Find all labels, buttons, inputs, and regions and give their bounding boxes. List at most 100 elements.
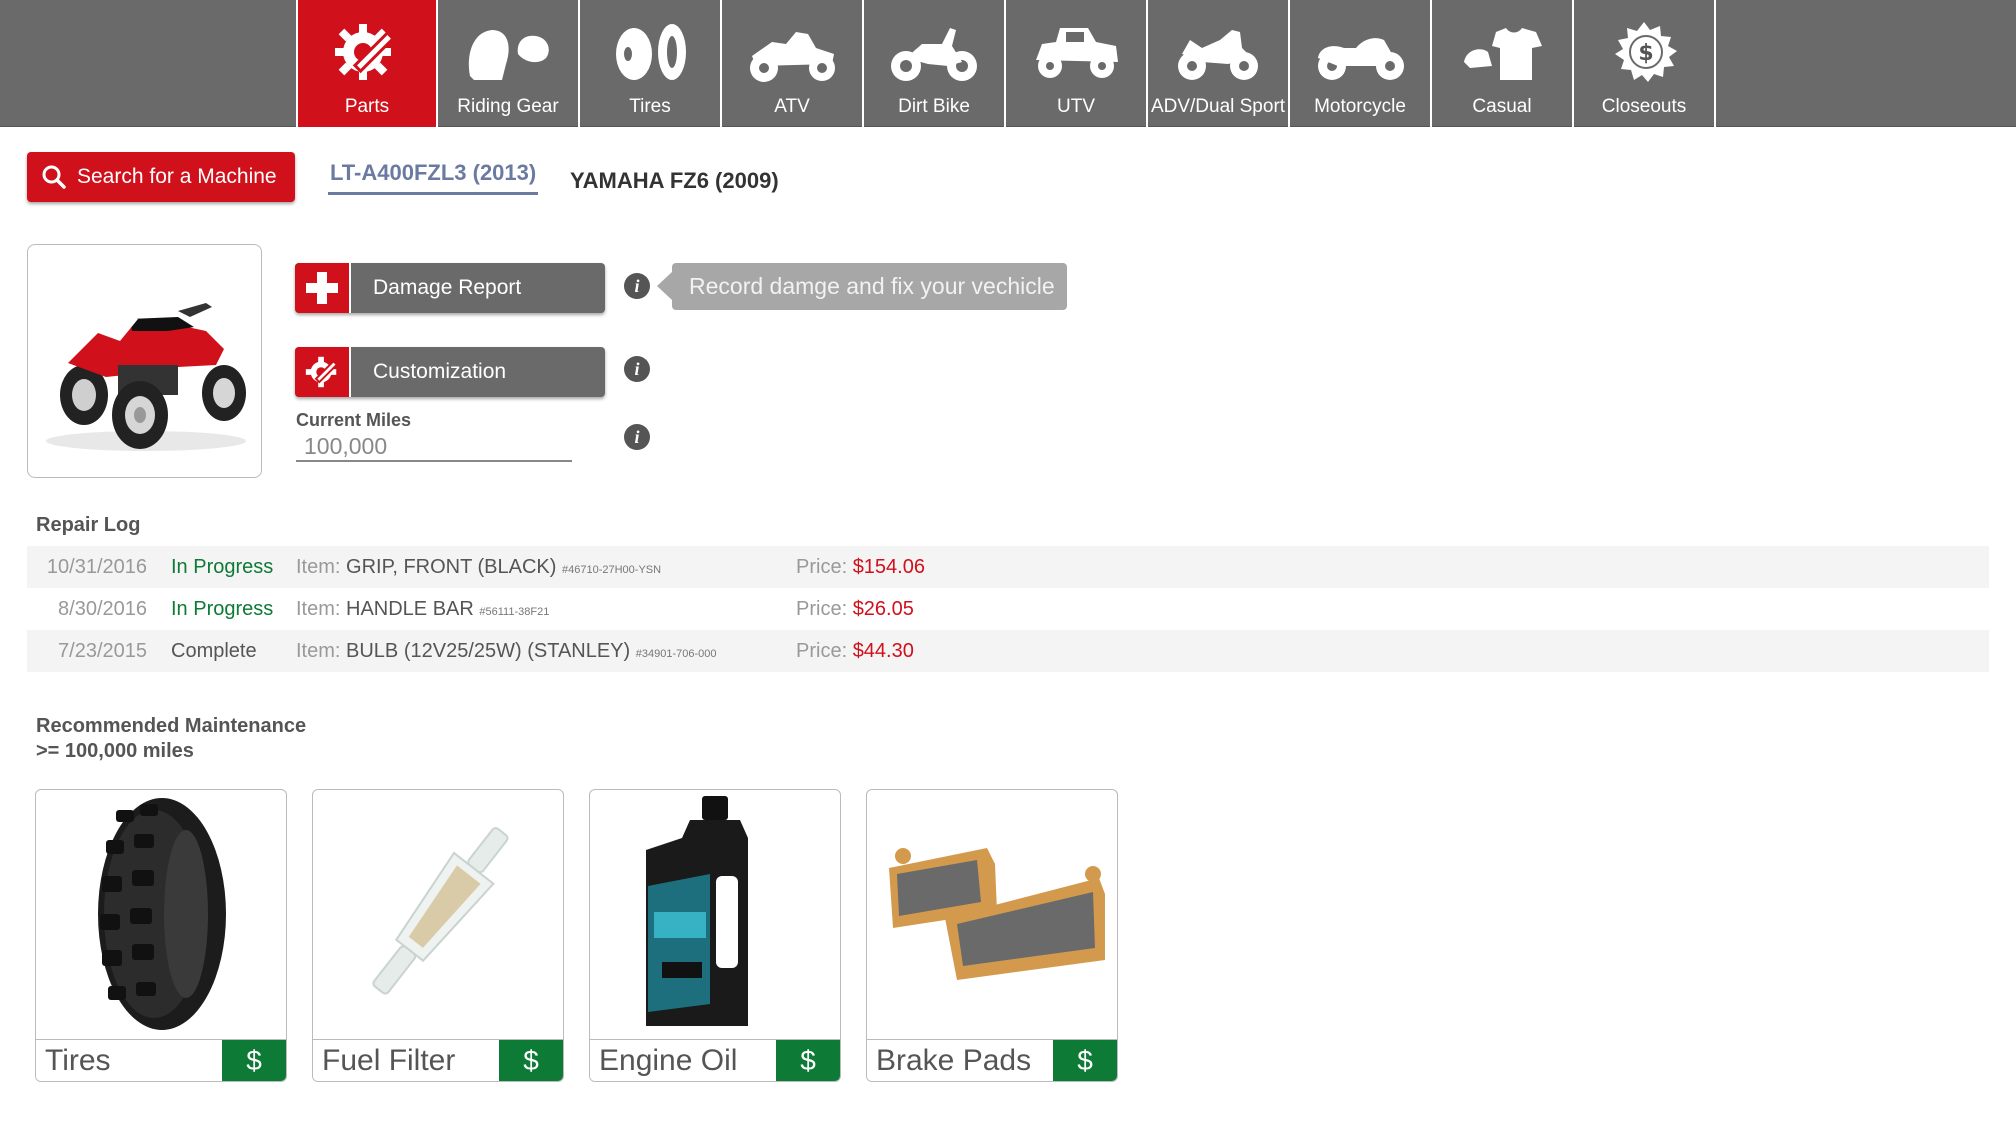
- part-number: #34901-706-000: [635, 647, 717, 660]
- price-label: Price:: [796, 555, 848, 578]
- info-icon[interactable]: i: [624, 356, 650, 382]
- maintenance-subtitle: >= 100,000 miles: [36, 740, 194, 762]
- table-row[interactable]: 10/31/2016 In Progress Item: GRIP, FRONT…: [27, 546, 1989, 588]
- utv-icon: [1036, 28, 1118, 78]
- part-number: #56111-38F21: [479, 605, 550, 618]
- maintenance-card-tires[interactable]: Tires $: [35, 789, 287, 1082]
- card-footer: Brake Pads $: [867, 1039, 1117, 1081]
- atv-photo: [46, 303, 246, 451]
- helmet-icon: [468, 30, 549, 80]
- log-price: Price: $44.30: [796, 640, 914, 663]
- category-nav: Parts Riding Gear Tires ATV Dirt Bike UT…: [296, 0, 1716, 127]
- nav-label: Dirt Bike: [898, 96, 970, 117]
- buy-button[interactable]: $: [1051, 1040, 1117, 1081]
- top-nav: Parts Riding Gear Tires ATV Dirt Bike UT…: [0, 0, 2016, 127]
- buy-button[interactable]: $: [220, 1040, 286, 1081]
- current-miles-input[interactable]: [296, 432, 572, 462]
- engine-oil-image: [590, 790, 840, 1038]
- nav-item-riding-gear[interactable]: Riding Gear: [438, 0, 580, 127]
- info-icon[interactable]: i: [624, 424, 650, 450]
- dollar-badge-icon: $: [1615, 22, 1677, 82]
- damage-report-tooltip: Record damge and fix your vechicle: [657, 263, 1067, 310]
- table-row[interactable]: 7/23/2015 Complete Item: BULB (12V25/25W…: [27, 630, 1989, 672]
- dirt-bike-icon: [891, 28, 977, 81]
- price-value: $154.06: [852, 555, 925, 578]
- card-name: Tires: [45, 1044, 111, 1077]
- machine-tab[interactable]: YAMAHA FZ6 (2009): [570, 168, 779, 194]
- repair-log-table: 10/31/2016 In Progress Item: GRIP, FRONT…: [27, 546, 1989, 672]
- nav-label: Tires: [629, 96, 671, 117]
- maintenance-card-engine-oil[interactable]: Engine Oil $: [589, 789, 841, 1082]
- log-status: In Progress: [171, 555, 274, 578]
- card-footer: Tires $: [36, 1039, 286, 1081]
- card-footer: Engine Oil $: [590, 1039, 840, 1081]
- item-label: Item:: [296, 639, 341, 662]
- machine-photo: [27, 244, 262, 478]
- item-name: GRIP, FRONT (BLACK): [346, 555, 557, 578]
- machine-tab-active[interactable]: LT-A400FZL3 (2013): [328, 160, 539, 195]
- adv-bike-icon: [1178, 30, 1258, 80]
- repair-log-title: Repair Log: [36, 514, 141, 536]
- maintenance-card-brake-pads[interactable]: Brake Pads $: [866, 789, 1118, 1082]
- nav-label: Parts: [344, 96, 390, 117]
- search-machine-button[interactable]: Search for a Machine: [27, 152, 295, 202]
- search-machine-label: Search for a Machine: [77, 165, 277, 188]
- damage-report-button[interactable]: Damage Report: [295, 263, 605, 313]
- customization-button[interactable]: Customization: [295, 347, 605, 397]
- gear-wrench-icon: [295, 347, 351, 397]
- nav-label: ADV/Dual Sport: [1150, 96, 1286, 117]
- maintenance-title: Recommended Maintenance: [36, 715, 307, 737]
- nav-label: Casual: [1472, 96, 1532, 117]
- search-icon: [42, 165, 66, 189]
- motorcycle-icon: [1318, 38, 1404, 80]
- tire-image: [36, 790, 286, 1038]
- nav-item-utv[interactable]: UTV: [1006, 0, 1148, 127]
- nav-label: Closeouts: [1601, 96, 1687, 117]
- customization-label: Customization: [373, 360, 507, 383]
- log-date: 10/31/2016: [46, 555, 147, 578]
- price-value: $44.30: [852, 639, 914, 662]
- brake-pads-image: [867, 790, 1117, 1038]
- item-name: BULB (12V25/25W) (STANLEY): [346, 639, 631, 662]
- buy-button[interactable]: $: [774, 1040, 840, 1081]
- medical-cross-icon: [295, 263, 351, 313]
- current-miles-label: Current Miles: [296, 410, 412, 430]
- log-item: Item: HANDLE BAR #56111-38F21: [288, 598, 796, 621]
- tire-icon: [616, 24, 686, 80]
- nav-item-adv-dual-sport[interactable]: ADV/Dual Sport: [1148, 0, 1290, 127]
- price-label: Price:: [796, 639, 848, 662]
- table-row[interactable]: 8/30/2016 In Progress Item: HANDLE BAR #…: [27, 588, 1989, 630]
- maintenance-card-fuel-filter[interactable]: Fuel Filter $: [312, 789, 564, 1082]
- nav-item-dirt-bike[interactable]: Dirt Bike: [864, 0, 1006, 127]
- item-name: HANDLE BAR: [346, 597, 474, 620]
- maintenance-cards: Tires $ Fuel Filter $ Engine Oil $ Brake…: [35, 789, 1118, 1082]
- info-icon[interactable]: i: [624, 273, 650, 299]
- nav-item-motorcycle[interactable]: Motorcycle: [1290, 0, 1432, 127]
- nav-item-atv[interactable]: ATV: [722, 0, 864, 127]
- item-label: Item:: [296, 555, 341, 578]
- nav-label: Motorcycle: [1314, 96, 1406, 117]
- nav-item-tires[interactable]: Tires: [580, 0, 722, 127]
- nav-item-closeouts[interactable]: $ Closeouts: [1574, 0, 1716, 127]
- buy-button[interactable]: $: [497, 1040, 563, 1081]
- nav-item-casual[interactable]: Casual: [1432, 0, 1574, 127]
- log-price: Price: $26.05: [796, 598, 914, 621]
- log-status: In Progress: [171, 597, 274, 620]
- nav-label: ATV: [774, 96, 810, 117]
- part-number: #46710-27H00-YSN: [562, 563, 662, 576]
- nav-item-parts[interactable]: Parts: [296, 0, 438, 127]
- log-date: 7/23/2015: [58, 639, 147, 662]
- card-footer: Fuel Filter $: [313, 1039, 563, 1081]
- log-date: 8/30/2016: [58, 597, 147, 620]
- gear-wrench-icon: [335, 24, 396, 80]
- log-item: Item: GRIP, FRONT (BLACK) #46710-27H00-Y…: [288, 556, 796, 579]
- card-name: Fuel Filter: [322, 1044, 456, 1077]
- nav-label: Riding Gear: [457, 96, 559, 117]
- log-item: Item: BULB (12V25/25W) (STANLEY) #34901-…: [288, 640, 796, 663]
- fuel-filter-image: [313, 790, 563, 1038]
- damage-report-label: Damage Report: [373, 276, 522, 299]
- svg-text:$: $: [1638, 41, 1653, 66]
- shirt-cap-icon: [1464, 28, 1542, 80]
- atv-icon: [750, 32, 835, 82]
- log-status: Complete: [171, 639, 257, 662]
